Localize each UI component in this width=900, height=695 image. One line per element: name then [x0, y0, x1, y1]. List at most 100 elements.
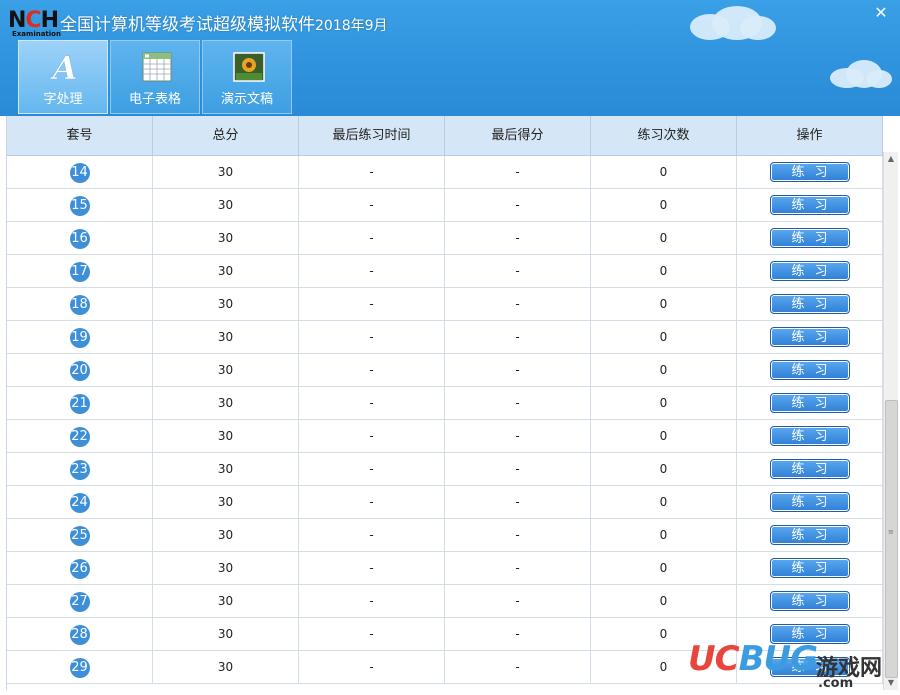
cell-count: 0 — [591, 156, 737, 188]
practice-button[interactable]: 练习 — [769, 657, 850, 677]
cell-count: 0 — [591, 519, 737, 551]
cell-set: 29 — [7, 651, 153, 683]
cell-action: 练习 — [737, 189, 883, 221]
cell-total: 30 — [153, 651, 299, 683]
cell-last-score: - — [445, 552, 591, 584]
practice-button[interactable]: 练习 — [769, 393, 850, 413]
cell-action: 练习 — [737, 288, 883, 320]
spreadsheet-icon — [142, 52, 172, 82]
cell-total: 30 — [153, 189, 299, 221]
cell-last-score: - — [445, 156, 591, 188]
scroll-up-arrow-icon[interactable]: ▲ — [884, 152, 898, 166]
close-button[interactable]: ✕ — [872, 5, 890, 21]
set-number-badge: 24 — [69, 493, 90, 513]
scroll-thumb[interactable]: ≡ — [885, 400, 898, 678]
practice-button[interactable]: 练习 — [769, 195, 850, 215]
cell-set: 18 — [7, 288, 153, 320]
cell-total: 30 — [153, 222, 299, 254]
app-title: 全国计算机等级考试超级模拟软件2018年9月 — [60, 15, 388, 35]
cell-last-time: - — [299, 486, 445, 518]
svg-text:A: A — [50, 51, 78, 83]
table-row: 15 30- -0 练习 — [7, 189, 883, 222]
vertical-scrollbar[interactable]: ▲ ≡ ▼ — [883, 152, 898, 690]
set-number-badge: 15 — [69, 196, 90, 216]
cell-last-time: - — [299, 651, 445, 683]
grip-icon: ≡ — [888, 528, 894, 536]
cell-last-time: - — [299, 255, 445, 287]
scroll-down-arrow-icon[interactable]: ▼ — [884, 676, 898, 690]
table-row: 24 30- -0 练习 — [7, 486, 883, 519]
cell-count: 0 — [591, 585, 737, 617]
table-header: 套号 总分 最后练习时间 最后得分 练习次数 操作 — [7, 116, 883, 156]
cell-last-time: - — [299, 585, 445, 617]
practice-button[interactable]: 练习 — [769, 591, 850, 611]
set-number-badge: 28 — [69, 625, 90, 645]
cell-last-score: - — [445, 255, 591, 287]
table-row: 19 30- -0 练习 — [7, 321, 883, 354]
column-header-action: 操作 — [737, 116, 883, 155]
cell-set: 14 — [7, 156, 153, 188]
practice-button[interactable]: 练习 — [769, 624, 850, 644]
practice-button[interactable]: 练习 — [769, 162, 850, 182]
set-number-badge: 16 — [69, 229, 90, 249]
cell-total: 30 — [153, 519, 299, 551]
cell-set: 27 — [7, 585, 153, 617]
app-logo: NCH Examination — [8, 8, 61, 39]
cell-last-time: - — [299, 288, 445, 320]
set-number-badge: 29 — [69, 658, 90, 678]
cell-last-time: - — [299, 420, 445, 452]
cell-total: 30 — [153, 552, 299, 584]
exam-set-table: 套号 总分 最后练习时间 最后得分 练习次数 操作 14 30- -0 练习 15 30-… — [6, 116, 883, 690]
table-row: 18 30- -0 练习 — [7, 288, 883, 321]
set-number-badge: 18 — [69, 295, 90, 315]
cell-set: 28 — [7, 618, 153, 650]
cloud-decoration — [866, 70, 892, 88]
cell-action: 练习 — [737, 387, 883, 419]
cell-action: 练习 — [737, 651, 883, 683]
tab-word-processing[interactable]: A 字处理 — [18, 40, 108, 114]
cell-count: 0 — [591, 651, 737, 683]
cell-action: 练习 — [737, 453, 883, 485]
cell-set: 16 — [7, 222, 153, 254]
table-row: 26 30- -0 练习 — [7, 552, 883, 585]
practice-button[interactable]: 练习 — [769, 294, 850, 314]
practice-button[interactable]: 练习 — [769, 492, 850, 512]
exam-date: 2018年9月 — [315, 18, 388, 34]
practice-button[interactable]: 练习 — [769, 360, 850, 380]
cell-last-score: - — [445, 519, 591, 551]
tab-presentation[interactable]: 演示文稿 — [202, 40, 292, 114]
cell-last-score: - — [445, 354, 591, 386]
cell-total: 30 — [153, 387, 299, 419]
cell-last-time: - — [299, 354, 445, 386]
set-number-badge: 22 — [69, 427, 90, 447]
cell-set: 17 — [7, 255, 153, 287]
word-icon: A — [49, 51, 78, 83]
practice-button[interactable]: 练习 — [769, 525, 850, 545]
set-number-badge: 17 — [69, 262, 90, 282]
cell-total: 30 — [153, 486, 299, 518]
cell-last-time: - — [299, 519, 445, 551]
cell-total: 30 — [153, 585, 299, 617]
tab-spreadsheet[interactable]: 电子表格 — [110, 40, 200, 114]
cell-action: 练习 — [737, 321, 883, 353]
cell-last-score: - — [445, 651, 591, 683]
cell-total: 30 — [153, 288, 299, 320]
practice-button[interactable]: 练习 — [769, 327, 850, 347]
practice-button[interactable]: 练习 — [769, 459, 850, 479]
practice-button[interactable]: 练习 — [769, 426, 850, 446]
practice-button[interactable]: 练习 — [769, 228, 850, 248]
practice-button[interactable]: 练习 — [769, 261, 850, 281]
cell-total: 30 — [153, 156, 299, 188]
table-row: 22 30- -0 练习 — [7, 420, 883, 453]
cell-last-score: - — [445, 420, 591, 452]
cell-action: 练习 — [737, 156, 883, 188]
cell-count: 0 — [591, 255, 737, 287]
table-row: 27 30- -0 练习 — [7, 585, 883, 618]
cell-last-time: - — [299, 618, 445, 650]
cell-set: 25 — [7, 519, 153, 551]
table-row: 17 30- -0 练习 — [7, 255, 883, 288]
column-header-last-time: 最后练习时间 — [299, 116, 445, 155]
column-header-total: 总分 — [153, 116, 299, 155]
practice-button[interactable]: 练习 — [769, 558, 850, 578]
table-row: 21 30- -0 练习 — [7, 387, 883, 420]
